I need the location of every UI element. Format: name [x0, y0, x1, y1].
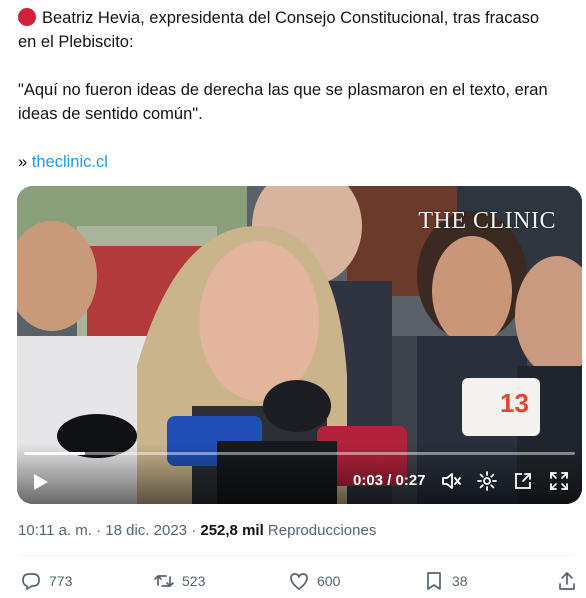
- reply-count: 773: [49, 573, 73, 589]
- reply-icon: [22, 573, 40, 590]
- play-button[interactable]: [29, 471, 51, 493]
- share-button[interactable]: [556, 566, 585, 596]
- red-circle-emoji-icon: [18, 8, 36, 26]
- like-count: 600: [317, 573, 341, 589]
- post-time[interactable]: 10:11 a. m.: [18, 522, 92, 539]
- bookmark-count: 38: [452, 573, 468, 589]
- tweet-line-1: Beatriz Hevia, expresidenta del Consejo …: [18, 6, 574, 30]
- video-watermark: THE CLINIC: [418, 208, 556, 234]
- duration: 0:27: [395, 472, 426, 489]
- repost-button[interactable]: 523: [153, 566, 205, 596]
- divider: [18, 555, 574, 556]
- repost-icon: [154, 575, 174, 587]
- repost-count: 523: [182, 573, 206, 589]
- like-button[interactable]: 600: [288, 566, 340, 596]
- gear-icon: [477, 471, 497, 491]
- meta-separator: ·: [96, 522, 102, 539]
- muted-speaker-icon: [442, 473, 461, 489]
- video-progress-fill: [24, 452, 85, 455]
- pop-out-icon: [515, 473, 531, 489]
- mic-channel-label: 13: [500, 388, 529, 418]
- source-link[interactable]: theclinic.cl: [32, 153, 108, 171]
- heart-icon: [290, 573, 308, 590]
- video-player[interactable]: THE CLINIC 13 0:03 / 0:27: [17, 186, 582, 504]
- tweet-metadata: 10:11 a. m. · 18 dic. 2023 · 252,8 mil R…: [18, 522, 376, 539]
- bookmark-button[interactable]: 38: [423, 566, 468, 596]
- mute-button[interactable]: [440, 470, 462, 492]
- bookmark-icon: [427, 572, 441, 590]
- post-date[interactable]: 18 dic. 2023: [105, 522, 187, 539]
- video-time-display: 0:03 / 0:27: [353, 472, 426, 489]
- current-time: 0:03: [353, 472, 384, 489]
- tweet-link-line: » theclinic.cl: [18, 150, 574, 174]
- reply-button[interactable]: 773: [20, 566, 72, 596]
- time-separator: /: [387, 472, 392, 489]
- fullscreen-icon: [550, 472, 568, 490]
- share-icon: [559, 572, 575, 590]
- tweet-text: Beatriz Hevia, expresidenta del Consejo …: [18, 6, 574, 174]
- tweet-headline-part1: Beatriz Hevia, expresidenta del Consejo …: [42, 9, 540, 27]
- settings-button[interactable]: [476, 470, 498, 492]
- meta-separator-2: ·: [191, 522, 197, 539]
- link-prefix: »: [18, 153, 28, 171]
- view-count-label: Reproducciones: [267, 522, 377, 539]
- video-progress-bar[interactable]: [24, 452, 575, 455]
- tweet-quote-part1: "Aquí no fueron ideas de derecha las que…: [18, 81, 548, 99]
- tweet-quote-part2: ideas de sentido común".: [18, 105, 203, 123]
- play-icon: [34, 474, 48, 490]
- tweet-headline-part2: en el Plebiscito:: [18, 33, 134, 51]
- view-count: 252,8 mil: [200, 522, 264, 539]
- pop-out-button[interactable]: [512, 470, 534, 492]
- fullscreen-button[interactable]: [548, 470, 570, 492]
- paragraph-gap-2: [18, 126, 574, 150]
- tweet-actions: 773 523 600 38: [0, 566, 586, 596]
